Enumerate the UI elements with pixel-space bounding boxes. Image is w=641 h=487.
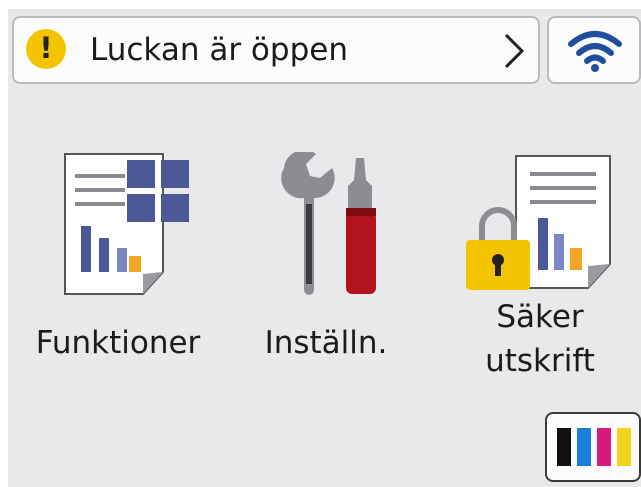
settings-tools-icon: [281, 152, 376, 295]
app-label-secure-line1: Säker: [496, 299, 584, 335]
wifi-button[interactable]: [547, 16, 641, 84]
chevron-right-icon: [504, 33, 525, 69]
app-settings[interactable]: Inställn.: [226, 150, 426, 410]
app-functions[interactable]: Funktioner: [18, 150, 218, 410]
app-secure-print[interactable]: Säker utskrift: [440, 150, 640, 410]
warning-icon: !: [26, 29, 66, 69]
warning-glyph: !: [39, 31, 53, 65]
status-message: Luckan är öppen: [90, 32, 348, 68]
ink-cyan: [577, 428, 591, 466]
app-label-settings: Inställn.: [264, 325, 388, 361]
status-bar[interactable]: ! Luckan är öppen: [12, 16, 540, 84]
secure-print-icon: [466, 155, 611, 290]
ink-yellow: [617, 428, 631, 466]
wifi-icon: [568, 31, 622, 72]
ink-button[interactable]: [545, 412, 641, 482]
ink-magenta: [597, 428, 611, 466]
app-label-secure-line2: utskrift: [485, 343, 595, 379]
app-label-functions: Funktioner: [35, 325, 201, 361]
functions-icon: [64, 153, 189, 295]
ink-black: [557, 428, 571, 466]
